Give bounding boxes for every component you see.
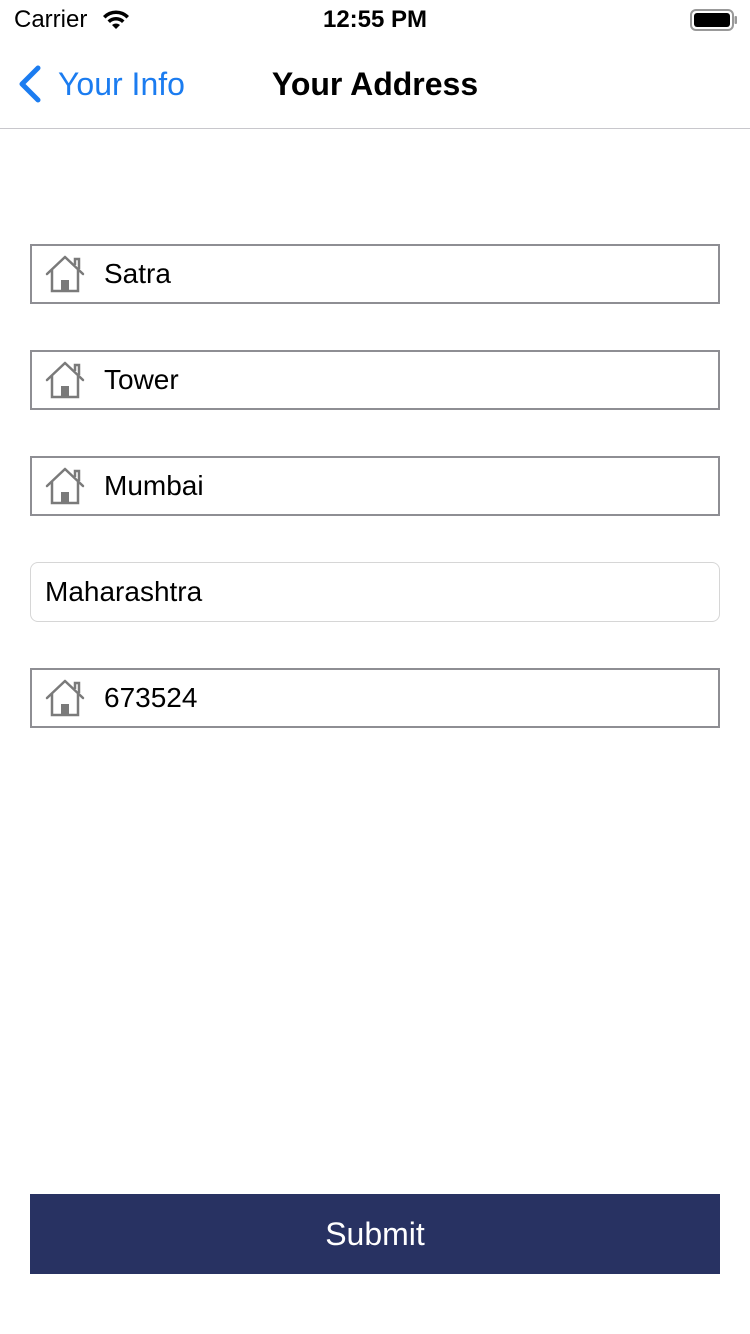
address-line-1-field[interactable]: Satra bbox=[30, 244, 720, 304]
status-time: 12:55 PM bbox=[322, 6, 428, 33]
navigation-bar: Your Info Your Address bbox=[0, 40, 750, 129]
house-icon bbox=[45, 361, 85, 399]
house-icon bbox=[45, 467, 85, 505]
pincode-field[interactable]: 673524 bbox=[30, 668, 720, 728]
submit-button-label: Submit bbox=[325, 1215, 425, 1252]
house-icon bbox=[45, 255, 85, 293]
address-line-2-value: Tower bbox=[104, 364, 179, 395]
page-title: Your Address bbox=[271, 66, 479, 102]
pincode-value: 673524 bbox=[104, 682, 198, 713]
state-value: Maharashtra bbox=[45, 576, 203, 607]
submit-button[interactable]: Submit bbox=[30, 1194, 720, 1274]
status-bar: Carrier 12:55 PM bbox=[0, 0, 750, 40]
house-icon bbox=[45, 679, 85, 717]
battery-icon bbox=[690, 9, 737, 31]
address-line-1-value: Satra bbox=[104, 258, 171, 289]
city-field[interactable]: Mumbai bbox=[30, 456, 720, 516]
address-line-2-field[interactable]: Tower bbox=[30, 350, 720, 410]
city-value: Mumbai bbox=[104, 470, 204, 501]
state-field[interactable]: Maharashtra bbox=[30, 562, 720, 622]
